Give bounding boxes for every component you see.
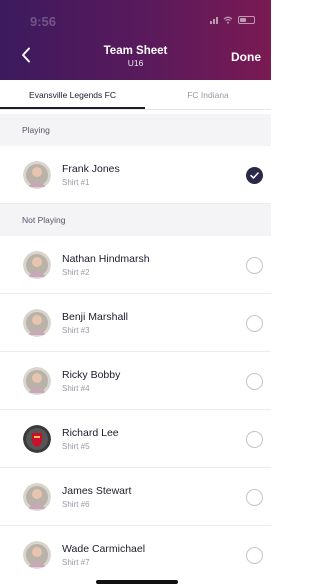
- player-avatar: [23, 309, 51, 337]
- list-item[interactable]: Ricky Bobby Shirt #4: [0, 352, 271, 410]
- player-avatar: [23, 541, 51, 569]
- player-avatar: [23, 251, 51, 279]
- player-name: Nathan Hindmarsh: [62, 253, 150, 265]
- section-header-not-playing: Not Playing: [0, 204, 271, 236]
- unselected-checkbox[interactable]: [246, 547, 263, 564]
- tab-fc-indiana[interactable]: FC Indiana: [145, 80, 271, 110]
- player-avatar: [23, 161, 51, 189]
- done-button[interactable]: Done: [231, 50, 261, 64]
- player-name: Ricky Bobby: [62, 369, 121, 381]
- player-shirt: Shirt #1: [62, 178, 90, 187]
- player-name: Benji Marshall: [62, 311, 128, 323]
- wifi-icon: [223, 16, 233, 24]
- player-shirt: Shirt #6: [62, 500, 90, 509]
- status-icons: [210, 16, 255, 24]
- status-time: 9:56: [30, 14, 57, 29]
- list-item[interactable]: Richard Lee Shirt #5: [0, 410, 271, 468]
- unselected-checkbox[interactable]: [246, 489, 263, 506]
- player-shirt: Shirt #5: [62, 442, 90, 451]
- player-avatar: [23, 367, 51, 395]
- player-avatar: [23, 483, 51, 511]
- player-name: Wade Carmichael: [62, 543, 146, 555]
- club-crest-avatar: [23, 425, 51, 453]
- battery-icon: [238, 16, 255, 24]
- player-shirt: Shirt #7: [62, 558, 90, 567]
- unselected-checkbox[interactable]: [246, 315, 263, 332]
- chevron-left-icon: [22, 47, 30, 63]
- header-bar: 9:56 Team Sheet U16 Done: [0, 0, 271, 80]
- unselected-checkbox[interactable]: [246, 431, 263, 448]
- player-name: Richard Lee: [62, 427, 119, 439]
- player-name: James Stewart: [62, 485, 132, 497]
- checkmark-icon: [250, 172, 259, 179]
- section-header-playing: Playing: [0, 114, 271, 146]
- list-item[interactable]: James Stewart Shirt #6: [0, 468, 271, 526]
- unselected-checkbox[interactable]: [246, 257, 263, 274]
- player-shirt: Shirt #4: [62, 384, 90, 393]
- player-name: Frank Jones: [62, 163, 120, 175]
- player-shirt: Shirt #2: [62, 268, 90, 277]
- selected-checkbox[interactable]: [246, 167, 263, 184]
- team-tabs: Evansville Legends FC FC Indiana: [0, 80, 271, 110]
- list-item[interactable]: Frank Jones Shirt #1: [0, 146, 271, 204]
- list-item[interactable]: Nathan Hindmarsh Shirt #2: [0, 236, 271, 294]
- back-button[interactable]: [16, 44, 36, 66]
- tab-evansville-legends-fc[interactable]: Evansville Legends FC: [0, 80, 145, 110]
- unselected-checkbox[interactable]: [246, 373, 263, 390]
- home-indicator[interactable]: [96, 580, 178, 584]
- active-tab-indicator: [0, 107, 145, 109]
- status-bar: 9:56: [0, 0, 271, 36]
- player-shirt: Shirt #3: [62, 326, 90, 335]
- list-item[interactable]: Wade Carmichael Shirt #7: [0, 526, 271, 584]
- list-item[interactable]: Benji Marshall Shirt #3: [0, 294, 271, 352]
- signal-icon: [210, 16, 218, 24]
